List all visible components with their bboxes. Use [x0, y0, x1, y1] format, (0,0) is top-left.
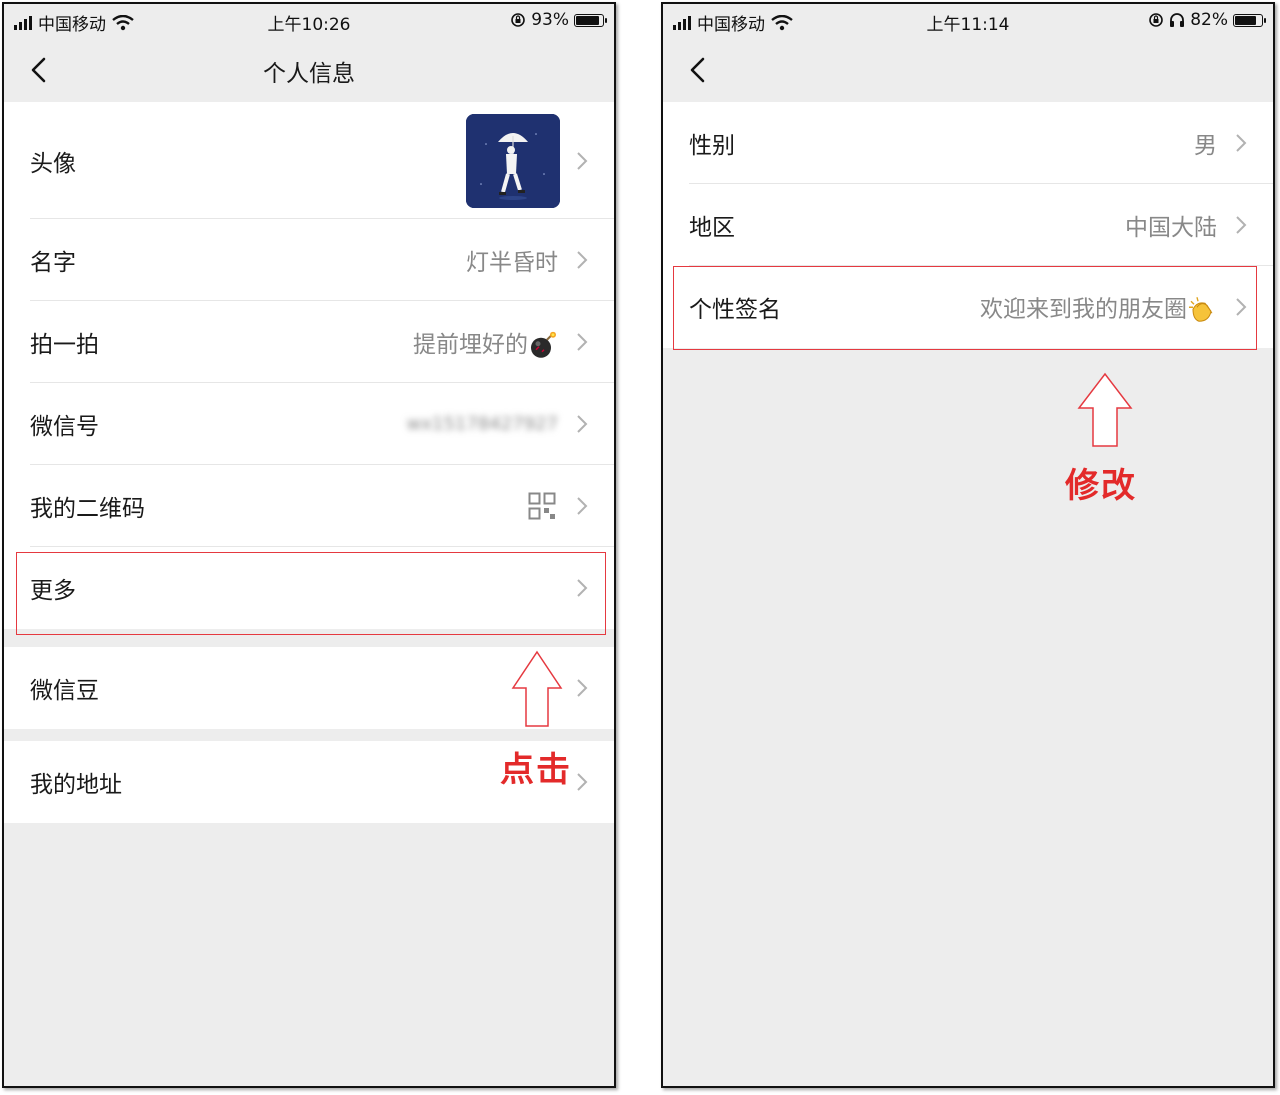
qr-code-icon: [528, 492, 556, 520]
chevron-right-icon: [577, 679, 588, 697]
row-value: 灯半昏时: [466, 250, 558, 276]
row-qr-code[interactable]: 我的二维码: [4, 465, 614, 547]
row-label: 拍一拍: [30, 332, 99, 358]
row-label: 我的二维码: [30, 496, 145, 522]
highlight-box-more: [16, 552, 606, 635]
row-label: 地区: [689, 215, 735, 241]
status-bar: 中国移动 上午11:14 82%: [663, 4, 1273, 38]
rotation-lock-icon: [511, 13, 526, 27]
row-label: 性别: [689, 133, 735, 159]
battery-percent: 82%: [1190, 10, 1228, 30]
row-label: 微信号: [30, 414, 99, 440]
chevron-right-icon: [577, 773, 588, 791]
row-label: 头像: [30, 150, 76, 177]
row-region[interactable]: 地区 中国大陆: [663, 184, 1273, 266]
bomb-icon: [531, 331, 556, 358]
row-value: 提前埋好的: [413, 325, 558, 360]
headphones-icon: [1170, 13, 1185, 27]
red-up-arrow-icon: [511, 650, 563, 727]
rotation-lock-icon: [1149, 13, 1164, 27]
annotation-modify: 修改: [1065, 466, 1137, 506]
chevron-right-icon: [1236, 216, 1247, 234]
row-label: 微信豆: [30, 678, 99, 704]
back-icon[interactable]: [685, 55, 711, 85]
highlight-box-signature: [673, 266, 1257, 350]
row-value: 男: [1194, 133, 1217, 159]
chevron-right-icon: [577, 497, 588, 515]
row-pat[interactable]: 拍一拍 提前埋好的: [4, 301, 614, 383]
row-value: wx15178427927: [406, 413, 558, 435]
row-gender[interactable]: 性别 男: [663, 102, 1273, 184]
nav-bar: 个人信息: [4, 38, 614, 100]
red-up-arrow-icon: [1077, 372, 1133, 447]
chevron-right-icon: [577, 333, 588, 351]
profile-group: 头像 名字 灯半昏时 拍一拍 提前埋好的 微信号 wx15178427927 我…: [4, 102, 614, 629]
row-label: 我的地址: [30, 772, 122, 798]
right-phone-screen: 中国移动 上午11:14 82% 性别 男 地区 中国大陆 个性签名 欢迎来到我…: [661, 2, 1275, 1088]
left-phone-screen: 中国移动 上午10:26 93% 个人信息 头像 名字 灯半昏时 拍一拍 提前埋…: [2, 2, 616, 1088]
row-value: 中国大陆: [1125, 215, 1217, 241]
row-avatar[interactable]: 头像: [4, 102, 614, 219]
chevron-right-icon: [577, 415, 588, 433]
row-label: 名字: [30, 250, 76, 276]
annotation-click: 点击: [500, 750, 572, 790]
chevron-right-icon: [577, 251, 588, 269]
row-name[interactable]: 名字 灯半昏时: [4, 219, 614, 301]
chevron-right-icon: [577, 151, 588, 170]
pat-text: 提前埋好的: [413, 331, 528, 358]
avatar: [466, 114, 560, 208]
nav-bar: [663, 38, 1273, 100]
status-bar: 中国移动 上午10:26 93%: [4, 4, 614, 38]
battery-percent: 93%: [531, 10, 569, 30]
row-wechat-id[interactable]: 微信号 wx15178427927: [4, 383, 614, 465]
battery-icon: [574, 13, 607, 27]
battery-icon: [1233, 13, 1266, 27]
page-title: 个人信息: [263, 61, 355, 87]
chevron-right-icon: [1236, 134, 1247, 152]
